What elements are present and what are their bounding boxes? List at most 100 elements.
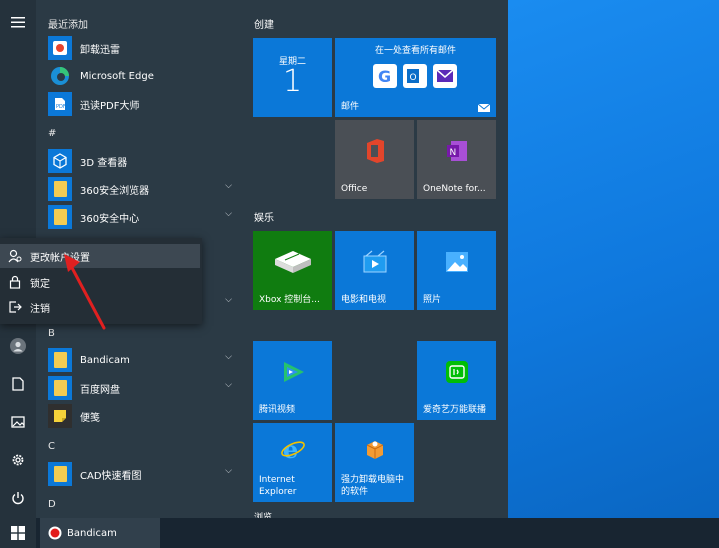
lock-icon <box>0 275 30 289</box>
tile-label: 爱奇艺万能联播 <box>423 405 487 415</box>
tile-label-line2: 的软件 <box>341 487 369 497</box>
mail-envelope-icon <box>478 104 490 112</box>
tencent-video-icon <box>253 341 332 402</box>
chevron-down-icon[interactable]: ⌵ <box>225 380 232 390</box>
app-label: 便笺 <box>80 412 100 424</box>
tile-onenote[interactable]: N OneNote for... <box>417 120 496 199</box>
taskbar-app-label: Bandicam <box>67 527 117 539</box>
hamburger-icon <box>11 17 25 28</box>
user-settings-icon <box>0 249 30 263</box>
settings-button[interactable] <box>0 444 36 476</box>
section-header-c: C <box>48 441 55 452</box>
tile-internet-explorer[interactable]: e Internet Explorer <box>253 423 332 502</box>
chevron-down-icon[interactable]: ⌵ <box>225 352 232 362</box>
gear-icon <box>12 454 24 466</box>
hamburger-menu-button[interactable] <box>0 6 36 38</box>
power-button[interactable] <box>0 482 36 514</box>
app-label: 卸载迅雷 <box>80 44 120 56</box>
app-item-baidu-netdisk[interactable]: 百度网盘 ⌵ <box>48 375 238 401</box>
folder-icon <box>48 177 72 201</box>
uninstall-box-icon <box>335 423 414 474</box>
app-item-sticky-notes[interactable]: 便笺 <box>48 403 238 429</box>
chevron-down-icon[interactable]: ⌵ <box>225 295 232 305</box>
chevron-down-icon[interactable]: ⌵ <box>225 209 232 219</box>
folder-icon <box>48 462 72 486</box>
chevron-down-icon[interactable]: ⌵ <box>225 466 232 476</box>
tile-photos[interactable]: 照片 <box>417 231 496 310</box>
tile-label: 邮件 <box>341 102 360 112</box>
section-header-d: D <box>48 499 56 510</box>
app-item-3d-viewer[interactable]: 3D 查看器 <box>48 148 238 174</box>
app-label: Microsoft Edge <box>80 70 154 82</box>
account-button[interactable] <box>0 330 36 362</box>
thunder-uninstall-icon <box>48 36 72 60</box>
tile-label-line2: Explorer <box>259 487 297 497</box>
app-label: 360安全浏览器 <box>80 185 150 197</box>
app-label: 3D 查看器 <box>80 157 128 169</box>
menu-item-label: 锁定 <box>30 278 50 290</box>
tile-group-create: 创建 <box>254 20 274 31</box>
xbox-console-icon <box>253 231 332 292</box>
start-button[interactable] <box>0 518 36 548</box>
section-header-recent: 最近添加 <box>48 20 88 31</box>
office-icon <box>335 120 414 181</box>
sticky-notes-icon <box>48 404 72 428</box>
bandicam-record-icon <box>48 526 62 540</box>
tile-label-line1: 强力卸载电脑中 <box>341 475 405 485</box>
tile-mail[interactable]: 在一处查看所有邮件 G O 邮件 <box>335 38 496 117</box>
tile-movies-tv[interactable]: 电影和电视 <box>335 231 414 310</box>
tile-iqiyi[interactable]: 爱奇艺万能联播 <box>417 341 496 420</box>
tile-calendar[interactable]: 星期二 1 <box>253 38 332 117</box>
windows-logo-icon <box>11 526 25 540</box>
tile-group-entertainment: 娱乐 <box>254 213 274 224</box>
pictures-icon <box>11 416 25 428</box>
calendar-day-number: 1 <box>282 64 303 99</box>
app-label: 百度网盘 <box>80 384 120 396</box>
avatar-icon <box>10 338 26 354</box>
svg-text:PDF: PDF <box>56 104 66 110</box>
tile-label: 腾讯视频 <box>259 405 296 415</box>
google-icon: G <box>373 64 397 88</box>
document-icon <box>12 377 24 391</box>
power-icon <box>12 492 24 505</box>
tile-xbox[interactable]: Xbox 控制台... <box>253 231 332 310</box>
tile-label: 照片 <box>423 295 442 305</box>
tile-tencent-video[interactable]: 腾讯视频 <box>253 341 332 420</box>
annotation-arrow <box>64 254 106 330</box>
app-item-bandicam[interactable]: Bandicam ⌵ <box>48 347 238 373</box>
iqiyi-icon <box>417 341 496 402</box>
section-header-b: B <box>48 328 55 339</box>
tile-office[interactable]: Office <box>335 120 414 199</box>
tile-label: Xbox 控制台... <box>259 295 320 305</box>
folder-icon <box>48 376 72 400</box>
desktop-background <box>508 0 719 518</box>
mail-provider-icons: G O <box>373 64 457 88</box>
folder-icon <box>48 205 72 229</box>
tile-label: 电影和电视 <box>341 295 387 305</box>
tile-label: OneNote for... <box>423 184 486 194</box>
app-item-cad-viewer[interactable]: CAD快速看图 ⌵ <box>48 461 238 487</box>
app-label: Bandicam <box>80 354 130 366</box>
movies-tv-icon <box>335 231 414 292</box>
taskbar-app-bandicam[interactable]: Bandicam <box>40 518 160 548</box>
app-item-thunder-uninstall[interactable]: 卸载迅雷 <box>48 35 238 61</box>
outlook-icon: O <box>403 64 427 88</box>
svg-text:N: N <box>449 148 456 158</box>
app-item-360-security[interactable]: 360安全中心 ⌵ <box>48 204 238 230</box>
app-item-edge[interactable]: Microsoft Edge <box>48 63 238 89</box>
documents-button[interactable] <box>0 368 36 400</box>
pictures-button[interactable] <box>0 406 36 438</box>
onenote-icon: N <box>417 120 496 181</box>
app-label: 迅读PDF大师 <box>80 100 140 112</box>
3d-viewer-icon <box>48 149 72 173</box>
app-item-360-browser[interactable]: 360安全浏览器 ⌵ <box>48 176 238 202</box>
tile-uninstall-software[interactable]: 强力卸载电脑中 的软件 <box>335 423 414 502</box>
tile-label: Office <box>341 184 368 194</box>
app-item-pdf[interactable]: PDF 迅读PDF大师 <box>48 91 238 117</box>
svg-text:O: O <box>410 73 417 83</box>
app-label: 360安全中心 <box>80 213 140 225</box>
svg-text:G: G <box>378 67 391 86</box>
app-label: CAD快速看图 <box>80 470 142 482</box>
photos-icon <box>417 231 496 292</box>
chevron-down-icon[interactable]: ⌵ <box>225 181 232 191</box>
